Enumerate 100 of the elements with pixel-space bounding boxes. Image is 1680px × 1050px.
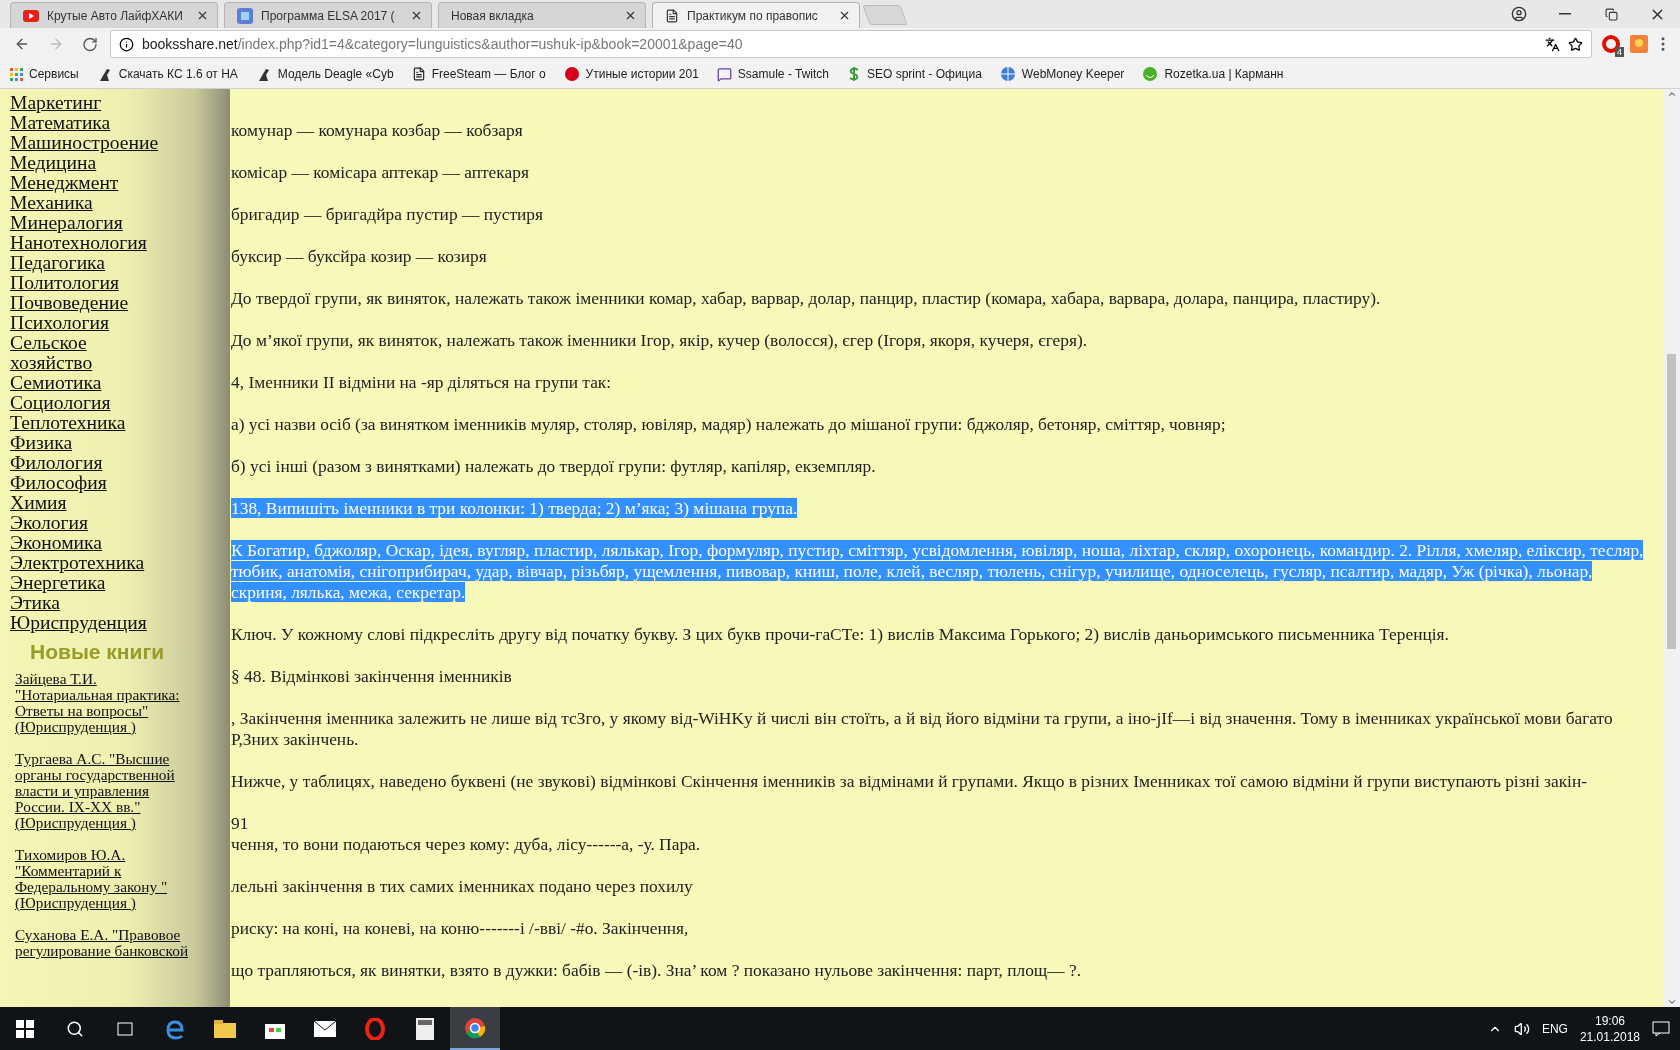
- folder-icon: [214, 1019, 236, 1038]
- category-link[interactable]: Химия: [10, 493, 160, 513]
- info-icon: [119, 36, 134, 52]
- bookmark-star-icon[interactable]: [1568, 36, 1583, 52]
- extension-button[interactable]: 4: [1598, 31, 1624, 57]
- category-link[interactable]: Педагогика: [10, 253, 160, 273]
- book-link[interactable]: Зайцева Т.И. "Нотариальная практика: Ответы на вопросы" (Юриспруденция ): [15, 671, 190, 735]
- app-icon: [237, 7, 253, 24]
- close-icon[interactable]: [410, 9, 423, 22]
- text-paragraph: § 48. Відмінкові закінчення іменників: [231, 666, 513, 687]
- scroll-up-icon[interactable]: [1666, 89, 1677, 99]
- text-paragraph: а) усі назви осіб (за винятком іменників муляр, столяр, ювіляр, мадяр) належать до мішаної групи: бджоляр, бетоняр, сміттяр, човняр;: [231, 414, 1227, 435]
- category-link[interactable]: Философия: [10, 473, 160, 493]
- category-link[interactable]: Теплотехника: [10, 413, 160, 433]
- bookmark-item[interactable]: Rozetka.ua | Карманн: [1142, 66, 1284, 82]
- ring-icon: [1602, 35, 1620, 53]
- text-paragraph: б) усі інші (разом з винятками) належать до твердої групи: футляр, капіляр, екземпляр.: [231, 456, 877, 477]
- text-paragraph: 4, Іменники II відміни на -яр діляться на групи так:: [231, 372, 613, 393]
- search-icon: [66, 1019, 84, 1038]
- bookmark-item[interactable]: SEO sprint - Официа: [847, 66, 982, 82]
- dollar-icon: [847, 66, 861, 82]
- chrome-logo-icon: [464, 1016, 486, 1039]
- category-link[interactable]: Этика: [10, 593, 160, 613]
- category-link[interactable]: Математика: [10, 113, 160, 133]
- address-bar[interactable]: booksshare.net/index.php?id1=4&category=lunguistics&author=ushuk-ip&book=20001&page=40: [110, 30, 1592, 58]
- category-link[interactable]: Филология: [10, 453, 160, 473]
- browser-tab[interactable]: Новая вкладка: [438, 2, 646, 28]
- browser-tab[interactable]: Крутые Авто ЛайфХАКИ: [10, 2, 218, 28]
- book-link[interactable]: Суханова Е.А. "Правовое регулирование банковской: [15, 927, 190, 959]
- bookmark-item[interactable]: Скачать КС 1.6 от НА: [96, 66, 238, 82]
- category-link[interactable]: Психология: [10, 313, 160, 333]
- category-link[interactable]: Механика: [10, 193, 160, 213]
- notifications-icon[interactable]: [1652, 1020, 1670, 1037]
- category-link[interactable]: Машиностроение: [10, 133, 160, 153]
- category-link[interactable]: Политология: [10, 273, 160, 293]
- bookmark-item[interactable]: Ssamule - Twitch: [716, 66, 829, 82]
- opera-logo-icon: [364, 1017, 386, 1040]
- globe-icon: [999, 66, 1016, 82]
- clock[interactable]: 19:06 21.01.2018: [1579, 1012, 1640, 1045]
- category-link[interactable]: Физика: [10, 433, 160, 453]
- category-link[interactable]: Семиотика: [10, 373, 160, 393]
- text-paragraph: лельні закінчення в тих самих іменниках подано через похилу: [231, 876, 694, 897]
- text-paragraph: До м’якої групи, як виняток, належать також іменники Ігор, якір, кучер (волосся), єгер (Ігоря, якоря, кучеря, єгеря).: [231, 330, 1089, 351]
- restore-icon: [1604, 7, 1618, 21]
- close-icon[interactable]: [838, 9, 851, 22]
- video-play-icon: [23, 9, 39, 22]
- volume-icon[interactable]: [1513, 1020, 1530, 1037]
- text-paragraph: комунар — комунара козбар — кобзаря: [231, 120, 524, 141]
- text-paragraph: чення, то вони подаються через кому: дуба, лісу------а, -у. Пара.: [231, 834, 702, 855]
- text-paragraph: , Закінчення іменника залежить не лише від тсЗго, у якому від-WiHKy й числі він стоїть, а й від його відміни та групи, а іно-jIf—і від значення. Тому в іменниках української мови багато Р,Зних закінчень.: [231, 708, 1614, 750]
- user-icon: [1511, 6, 1527, 22]
- category-link[interactable]: Экология: [10, 513, 160, 533]
- category-link[interactable]: Маркетинг: [10, 93, 160, 113]
- category-link[interactable]: Минералогия: [10, 213, 160, 233]
- text-paragraph: буксир — буксйра козир — козиря: [231, 246, 488, 267]
- text-paragraph: До твердої групи, як виняток, належать також іменники комар, хабар, варвар, долар, панцир, пластир (комара, хабара, варвара, долара, панцира, пластиру).: [231, 288, 1382, 309]
- category-link[interactable]: Экономика: [10, 533, 160, 553]
- text-paragraph: Нижче, у таблицях, наведено буквені (не звукові) відмінкові Скінчення іменників за відмінами й групами. Якщо в різних Іменниках тої самою відміни й групи виступають різні закін-: [231, 771, 1589, 792]
- windows-logo-icon: [16, 1019, 34, 1038]
- bookmark-item[interactable]: Сервисы: [10, 67, 79, 81]
- category-link[interactable]: Электротехника: [10, 553, 160, 573]
- bookmark-item[interactable]: FreeSteam — Блог о: [411, 67, 546, 81]
- book-link[interactable]: Тургаева А.С. "Высшие органы государственной власти и управления России. IX-XX вв." (Юриспруденция ): [15, 751, 190, 831]
- text-paragraph: К Богатир, бджоляр, Оскар, ідея, вугляр, пластир, лялькар, Ігор, формуляр, пустир, сміттяр, усвідомлення, ювіляр, ноша, ліхтар, скляр, охоронець, командир. 2. Рілля, хмеляр, еліксир, тесляр, тюбик, анатомія, снігоприбирач, удар, вівчар, різьбяр, ущемлення, пивовар, книш, поле, клей, весляр, тюлень, снігур, училище, односелець, гусляр, псалтир, мадяр, Уж (річка), льонар, скриня, лялька, межа, секретар.: [231, 540, 1645, 603]
- minimize-icon: [1559, 13, 1571, 15]
- chrome-button[interactable]: [450, 1007, 500, 1050]
- chat-icon: [716, 66, 732, 82]
- scrollbar[interactable]: [1663, 89, 1680, 1007]
- close-icon[interactable]: [196, 9, 209, 22]
- category-link[interactable]: Сельское хозяйство: [10, 333, 160, 373]
- language-indicator[interactable]: ENG: [1541, 1021, 1568, 1036]
- category-link[interactable]: Социология: [10, 393, 160, 413]
- category-link[interactable]: Нанотехнология: [10, 233, 160, 253]
- scroll-down-icon[interactable]: [1666, 997, 1677, 1007]
- new-books-heading: Новые книги: [30, 640, 166, 664]
- page-icon: [411, 67, 426, 81]
- category-link[interactable]: Юриспруденция: [10, 613, 160, 633]
- category-link[interactable]: Менеджмент: [10, 173, 160, 193]
- bookmark-item[interactable]: Утиные истории 201: [563, 66, 699, 82]
- text-paragraph: комісар — комісара аптекар — аптекаря: [231, 162, 530, 183]
- scroll-thumb[interactable]: [1667, 354, 1676, 649]
- calculator-icon: [416, 1017, 434, 1040]
- browser-tab[interactable]: Практикум по правопис: [652, 2, 860, 28]
- category-link[interactable]: Медицина: [10, 153, 160, 173]
- smiley-icon: [1142, 66, 1159, 82]
- page-icon: [665, 8, 679, 23]
- apps-grid-icon: [10, 67, 23, 81]
- bookmark-item[interactable]: WebMoney Keeper: [999, 66, 1125, 82]
- envelope-icon: [314, 1020, 336, 1037]
- page-number: 91: [231, 813, 250, 834]
- category-link[interactable]: Почвоведение: [10, 293, 160, 313]
- book-link[interactable]: Тихомиров Ю.А. "Комментарий к Федеральному закону " (Юриспруденция ): [15, 847, 190, 911]
- translate-icon[interactable]: [1545, 36, 1560, 52]
- bookmark-item[interactable]: Модель Deagle «Cyb: [255, 66, 394, 82]
- close-icon[interactable]: [624, 9, 637, 22]
- text-paragraph: що трапляються, як винятки, взято в дужки: бабів — (-ів). Зна’ ком ? показано нульове закінчення: парт, площ— ?.: [231, 960, 1083, 981]
- category-link[interactable]: Энергетика: [10, 573, 160, 593]
- text-paragraph: Ключ. У кожному слові підкресліть другу від початку букву. З цих букв прочи-гаСТе: 1) вислів Максима Горького; 2) вислів даньоримського письменника Теренція.: [231, 624, 1450, 645]
- browser-tab[interactable]: Программа ELSA 2017 (: [224, 2, 432, 28]
- reload-icon: [82, 35, 98, 53]
